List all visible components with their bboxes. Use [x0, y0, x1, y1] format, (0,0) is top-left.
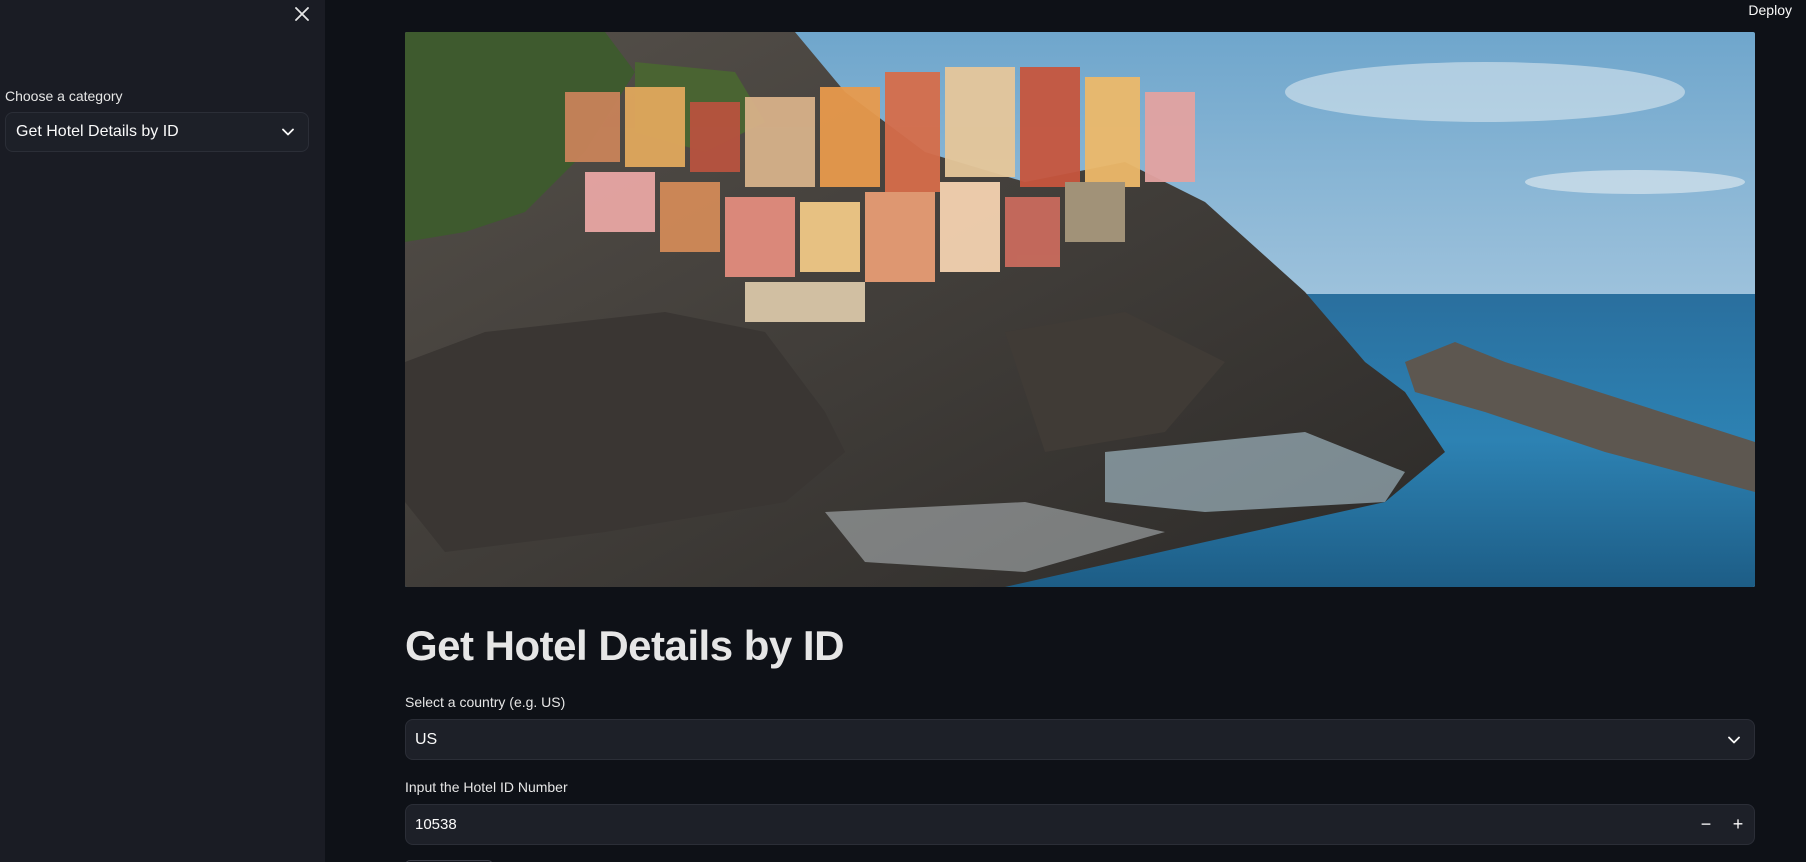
- app: Choose a category Get Hotel Details by I…: [0, 0, 1806, 862]
- hotel-id-label: Input the Hotel ID Number: [405, 779, 568, 795]
- page-title: Get Hotel Details by ID: [405, 622, 844, 669]
- minus-icon[interactable]: −: [1690, 805, 1722, 844]
- country-label: Select a country (e.g. US): [405, 694, 566, 710]
- category-select[interactable]: Get Hotel Details by ID: [5, 112, 309, 152]
- category-select-value: Get Hotel Details by ID: [16, 123, 179, 140]
- sidebar: Choose a category Get Hotel Details by I…: [0, 0, 325, 862]
- close-icon[interactable]: [290, 2, 314, 26]
- hero-image: [405, 32, 1755, 587]
- deploy-button[interactable]: Deploy: [1748, 2, 1792, 18]
- country-select[interactable]: US: [405, 719, 1755, 760]
- chevron-down-icon: [1726, 732, 1742, 748]
- hotel-id-number-input: − +: [405, 804, 1755, 845]
- chevron-down-icon: [280, 124, 296, 140]
- plus-icon[interactable]: +: [1722, 805, 1754, 844]
- hotel-id-input[interactable]: [406, 816, 1690, 833]
- category-label: Choose a category: [5, 88, 123, 104]
- country-select-value: US: [415, 730, 438, 748]
